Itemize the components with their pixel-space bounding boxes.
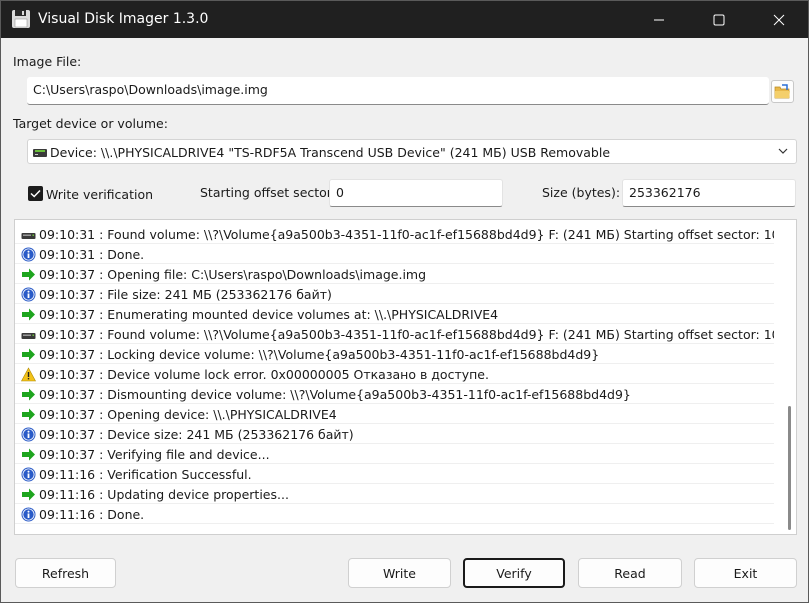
minimize-icon [654,19,664,20]
drive-icon [21,327,36,342]
log-text: 09:10:37 : Device size: 241 МБ (25336217… [39,427,354,442]
scroll-thumb[interactable] [788,406,791,530]
arrow-right-icon [21,447,36,462]
target-device-select[interactable]: Device: \\.\PHYSICALDRIVE4 "TS-RDF5A Tra… [27,139,797,164]
exit-button[interactable]: Exit [694,558,797,588]
log-row: 09:10:37 : Device size: 241 МБ (25336217… [15,424,774,444]
log-text: 09:10:37 : Opening file: C:\Users\raspo\… [39,267,427,282]
log-text: 09:10:37 : Dismounting device volume: \\… [39,387,631,402]
refresh-button[interactable]: Refresh [15,558,116,588]
log-row: 09:10:31 : Found volume: \\?\Volume{a9a5… [15,224,774,244]
write-verification-label: Write verification [46,187,154,202]
window-title: Visual Disk Imager 1.3.0 [38,11,209,27]
info-icon [21,427,36,442]
info-icon [21,467,36,482]
maximize-button[interactable] [689,1,749,38]
info-icon [21,287,36,302]
log-row: 09:10:37 : Device volume lock error. 0x0… [15,364,774,384]
target-device-label: Target device or volume: [13,116,168,131]
log-text: 09:11:16 : Done. [39,507,145,522]
log-text: 09:10:37 : Opening device: \\.\PHYSICALD… [39,407,337,422]
arrow-right-icon [21,487,36,502]
log-scrollbar[interactable] [782,220,796,534]
log-row: 09:10:37 : Opening file: C:\Users\raspo\… [15,264,774,284]
log-text: 09:10:31 : Done. [39,247,145,262]
log-text: 09:10:37 : Found volume: \\?\Volume{a9a5… [39,327,774,342]
drive-icon [33,149,47,157]
info-icon [21,507,36,522]
log-text: 09:10:37 : Locking device volume: \\?\Vo… [39,347,600,362]
log-text: 09:11:16 : Verification Successful. [39,467,252,482]
drive-icon [21,227,36,242]
warning-icon [20,367,37,382]
arrow-right-icon [21,267,36,282]
log-row: 09:11:16 : Done. [15,504,774,524]
log-list[interactable]: 09:11:16 : Done. 09:11:16 : Updating devi… [14,219,797,535]
arrow-right-icon [21,387,36,402]
offset-input[interactable]: 0 [329,179,503,207]
maximize-icon [713,14,725,25]
log-row: 09:10:37 : Dismounting device volume: \\… [15,384,774,404]
log-row: 09:10:37 : Verifying file and device... [15,444,774,464]
arrow-right-icon [21,347,36,362]
log-row: 09:11:16 : Verification Successful. [15,464,774,484]
log-row: 09:10:37 : Found volume: \\?\Volume{a9a5… [15,324,774,344]
log-text: 09:10:37 : Enumerating mounted device vo… [39,307,499,322]
log-text: 09:10:37 : Verifying file and device... [39,447,270,462]
offset-label: Starting offset sector: [200,185,336,200]
verify-button[interactable]: Verify [463,558,565,588]
log-row: 09:11:16 : Updating device properties... [15,484,774,504]
log-row: 09:10:37 : Locking device volume: \\?\Vo… [15,344,774,364]
close-button[interactable] [749,1,809,38]
open-folder-icon [774,84,790,99]
target-device-value: Device: \\.\PHYSICALDRIVE4 "TS-RDF5A Tra… [50,145,611,160]
size-label: Size (bytes): [542,185,621,200]
image-file-input[interactable]: C:\Users\raspo\Downloads\image.img [27,77,769,105]
minimize-button[interactable] [629,1,689,38]
log-text: 09:10:37 : File size: 241 МБ (253362176 … [39,287,332,302]
info-icon [21,247,36,262]
app-window: Visual Disk Imager 1.3.0 Image File: C:\… [0,0,809,603]
log-row: 09:10:31 : Done. [15,244,774,264]
log-row: 09:10:37 : Opening device: \\.\PHYSICALD… [15,404,774,424]
arrow-right-icon [21,407,36,422]
browse-button[interactable] [771,80,794,103]
log-text: 09:11:16 : Updating device properties... [39,487,289,502]
write-button[interactable]: Write [348,558,451,588]
size-input[interactable]: 253362176 [622,179,796,207]
log-row: 09:10:37 : File size: 241 МБ (253362176 … [15,284,774,304]
image-file-label: Image File: [13,54,82,69]
log-text: 09:10:37 : Device volume lock error. 0x0… [39,367,489,382]
close-icon [773,14,785,25]
checkmark-icon [30,189,41,198]
title-bar: Visual Disk Imager 1.3.0 [1,1,808,38]
floppy-disk-icon [12,10,30,28]
chevron-down-icon [778,148,788,154]
log-row: 09:10:37 : Enumerating mounted device vo… [15,304,774,324]
log-text: 09:10:31 : Found volume: \\?\Volume{a9a5… [39,227,774,242]
read-button[interactable]: Read [578,558,682,588]
write-verification-checkbox[interactable] [28,186,43,201]
arrow-right-icon [21,307,36,322]
